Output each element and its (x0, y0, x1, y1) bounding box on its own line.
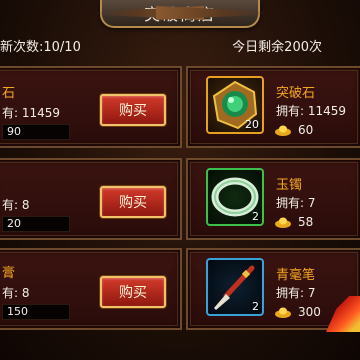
item-name: 石 (2, 86, 16, 101)
item-name: 青毫笔 (276, 268, 316, 283)
item-stack-count: 2 (252, 300, 259, 313)
item-price: 150 (2, 304, 70, 320)
item-owned: 有: 11459 (2, 106, 61, 120)
item-price: 300 (298, 305, 321, 319)
buy-button[interactable]: 购买 (100, 94, 166, 126)
item-owned: 拥有: 11459 (276, 104, 347, 118)
item-price: 90 (2, 124, 70, 140)
buy-button[interactable]: 购买 (100, 276, 166, 308)
item-name: 玉镯 (276, 178, 303, 193)
item-owned: 有: 8 (2, 286, 30, 300)
item-price: 60 (298, 123, 314, 137)
brush-pen-icon[interactable]: 2 (206, 258, 264, 316)
remaining-purchases: 今日剩余200次 (232, 40, 322, 55)
jade-bracelet-icon[interactable]: 2 (206, 168, 264, 226)
item-name: 突破石 (276, 86, 316, 101)
item-name: 膏 (2, 266, 16, 281)
gold-ingot-icon (275, 125, 291, 136)
item-price: 58 (298, 215, 314, 229)
corner-ornament (326, 296, 360, 332)
item-stack-count: 2 (252, 210, 259, 223)
item-stack-count: 20 (245, 118, 259, 131)
breakthrough-stone-icon[interactable]: 20 (206, 76, 264, 134)
shop-info-row: 新次数:10/10 今日剩余200次 (0, 36, 360, 55)
item-owned: 拥有: 7 (276, 286, 316, 300)
item-owned: 拥有: 7 (276, 196, 316, 210)
refresh-count: 新次数:10/10 (0, 40, 81, 55)
shop-title-banner: 突破商店 (94, 0, 260, 28)
shop-item-card[interactable]: 石 有: 11459 90 购买 (0, 66, 182, 148)
shop-item-card[interactable]: 2 玉镯 拥有: 7 58 (186, 158, 360, 240)
gold-ingot-icon (275, 307, 291, 318)
buy-button[interactable]: 购买 (100, 186, 166, 218)
shop-item-card[interactable]: 2 青毫笔 拥有: 7 300 (186, 248, 360, 332)
item-price: 20 (2, 216, 70, 232)
item-owned: 有: 8 (2, 198, 30, 212)
shop-item-card[interactable]: 20 突破石 拥有: 11459 60 (186, 66, 360, 148)
shop-item-card[interactable]: 膏 有: 8 150 购买 (0, 248, 182, 330)
shop-item-card[interactable]: 有: 8 20 购买 (0, 158, 182, 240)
gold-ingot-icon (275, 217, 291, 228)
